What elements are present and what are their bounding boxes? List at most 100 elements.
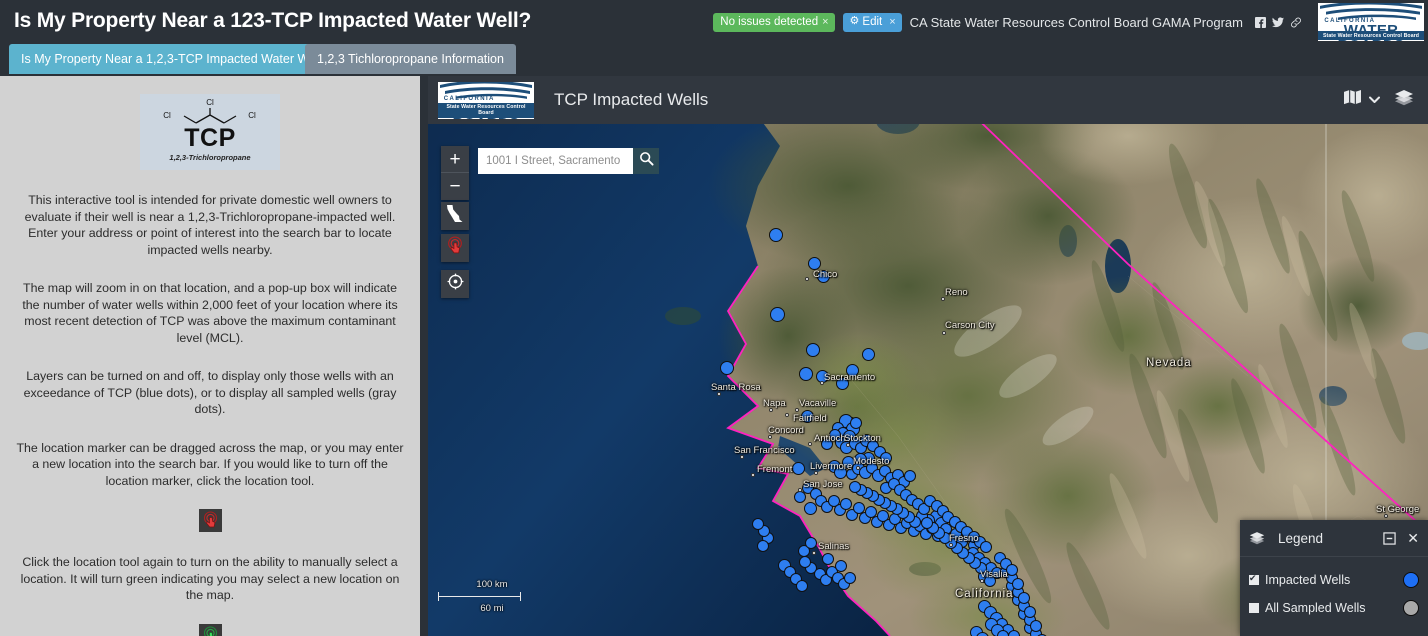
tcp-acronym: TCP <box>184 124 236 152</box>
city-marker-dot <box>769 408 773 412</box>
impacted-well-point[interactable] <box>1006 564 1018 576</box>
application-root: Is My Property Near a 123-TCP Impacted W… <box>0 0 1428 636</box>
impacted-well-point[interactable] <box>769 306 785 322</box>
impacted-well-point[interactable] <box>880 452 892 464</box>
search-input[interactable] <box>478 148 633 174</box>
impacted-well-point[interactable] <box>805 537 817 549</box>
impacted-well-point[interactable] <box>806 343 820 357</box>
zoom-in-button[interactable]: + <box>441 146 469 173</box>
impacted-well-point[interactable] <box>752 518 764 530</box>
legend-row-impacted-wells[interactable]: Impacted Wells <box>1249 566 1419 594</box>
legend-collapse-button[interactable] <box>1383 531 1396 545</box>
impacted-well-point[interactable] <box>757 540 769 552</box>
page-title: Is My Property Near a 123-TCP Impacted W… <box>14 9 532 32</box>
green-location-tool-illustration-wrap <box>10 604 410 636</box>
city-marker-dot <box>812 551 816 555</box>
city-marker-dot <box>1384 514 1388 518</box>
impacted-well-point[interactable] <box>844 572 856 584</box>
impacted-well-point[interactable] <box>833 465 847 479</box>
impacted-well-point[interactable] <box>799 367 813 381</box>
impacted-well-point[interactable] <box>1018 592 1030 604</box>
city-marker-dot <box>795 408 799 412</box>
impacted-well-point[interactable] <box>845 363 859 377</box>
atom-label-cl-left: Cl <box>163 111 171 120</box>
header-right-tools: No issues detected × ⚙ Edit × CA State Wa… <box>713 0 1428 44</box>
legend-row-all-sampled-wells[interactable]: All Sampled Wells <box>1249 594 1419 622</box>
sidebar-paragraph-2: The map will zoom in on that location, a… <box>22 281 398 345</box>
tab-property-near-tcp[interactable]: Is My Property Near a 1,2,3-TCP Impacted… <box>9 44 341 74</box>
legend-title: Legend <box>1278 530 1324 546</box>
status-badge[interactable]: No issues detected × <box>713 12 835 32</box>
map-header-tools <box>1343 76 1414 124</box>
city-marker-dot <box>814 471 818 475</box>
locate-button[interactable] <box>441 270 469 298</box>
legend-body: Impacted Wells All Sampled Wells <box>1240 557 1428 636</box>
status-badge-close-icon[interactable]: × <box>822 16 828 28</box>
legend-checkbox-all-sampled-wells[interactable] <box>1249 603 1259 613</box>
impacted-well-point[interactable] <box>796 580 808 592</box>
city-marker-dot <box>949 543 953 547</box>
location-tap-red-icon <box>445 235 465 261</box>
map-water-boards-logo: CALIFORNIA WATER BOARDS State Water Reso… <box>438 81 534 119</box>
zoom-controls: + − <box>441 146 469 200</box>
map-container[interactable]: Chico Reno Carson City Nevada Sacramento Sant… <box>428 76 1428 636</box>
city-marker-dot <box>798 488 802 492</box>
search-button[interactable] <box>633 148 659 174</box>
impacted-well-point[interactable] <box>1030 620 1042 632</box>
city-marker-dot <box>856 466 860 470</box>
impacted-well-point[interactable] <box>984 575 996 587</box>
chevron-down-icon[interactable] <box>1369 91 1380 109</box>
impacted-well-point[interactable] <box>980 541 992 553</box>
tab-trichloropropane-info[interactable]: 1,2,3 Tichloropropane Information <box>305 44 516 74</box>
map-title: TCP Impacted Wells <box>554 90 709 109</box>
impacted-well-point[interactable] <box>921 517 933 529</box>
location-tap-red-icon <box>198 509 222 532</box>
map-logo-sub-text: State Water Resources Control Board <box>438 102 534 118</box>
red-location-tool-illustration-wrap <box>10 489 410 532</box>
impacted-well-point[interactable] <box>904 470 916 482</box>
impacted-well-point[interactable] <box>1012 578 1024 590</box>
basemap-gallery-icon <box>1343 89 1362 111</box>
impacted-well-point[interactable] <box>816 269 830 283</box>
location-tool-button[interactable] <box>441 234 469 262</box>
impacted-well-point[interactable] <box>821 438 833 450</box>
legend-label-impacted-wells: Impacted Wells <box>1265 573 1351 587</box>
edit-button[interactable]: ⚙ Edit × <box>842 12 902 32</box>
scale-metric: 100 km <box>476 579 508 590</box>
status-badge-label: No issues detected <box>720 15 819 28</box>
impacted-well-point[interactable] <box>822 553 834 565</box>
scale-bar: 100 km 60 mi <box>434 579 550 614</box>
impacted-well-point[interactable] <box>769 228 783 242</box>
impacted-well-point[interactable] <box>799 556 811 568</box>
scale-imperial: 60 mi <box>480 603 504 614</box>
legend-symbol-blue-dot <box>1403 572 1419 588</box>
impacted-well-point[interactable] <box>1024 606 1036 618</box>
info-sidebar: Cl Cl Cl TCP 1,2,3-Trichloropropane This… <box>0 76 420 636</box>
city-marker-dot <box>740 455 744 459</box>
legend-header: Legend ✕ <box>1240 520 1428 557</box>
atom-label-cl-right: Cl <box>248 111 256 120</box>
city-marker-dot <box>980 579 984 583</box>
impacted-well-point[interactable] <box>835 560 847 572</box>
california-home-button[interactable] <box>441 202 469 230</box>
tab-bar: Is My Property Near a 1,2,3-TCP Impacted… <box>0 44 1428 76</box>
impacted-well-point[interactable] <box>850 417 862 429</box>
legend-close-button[interactable]: ✕ <box>1407 530 1419 547</box>
impacted-well-point[interactable] <box>720 361 734 375</box>
impacted-well-point[interactable] <box>800 409 814 423</box>
impacted-well-point[interactable] <box>807 256 821 270</box>
impacted-well-point[interactable] <box>835 376 849 390</box>
edit-button-close-icon[interactable]: × <box>889 16 895 28</box>
impacted-well-point[interactable] <box>861 347 875 361</box>
impacted-well-point[interactable] <box>791 461 805 475</box>
water-boards-logo: CALIFORNIA WATER BOARDS State Water Reso… <box>1318 3 1424 41</box>
layer-list-button[interactable] <box>1394 89 1414 112</box>
impacted-well-point[interactable] <box>849 481 861 493</box>
basemap-gallery-button[interactable] <box>1343 89 1380 111</box>
city-marker-dot <box>805 277 809 281</box>
twitter-icon[interactable] <box>1272 16 1284 28</box>
legend-checkbox-impacted-wells[interactable] <box>1249 572 1259 585</box>
link-icon[interactable] <box>1290 17 1302 28</box>
zoom-out-button[interactable]: − <box>441 173 469 200</box>
facebook-icon[interactable] <box>1255 16 1266 28</box>
